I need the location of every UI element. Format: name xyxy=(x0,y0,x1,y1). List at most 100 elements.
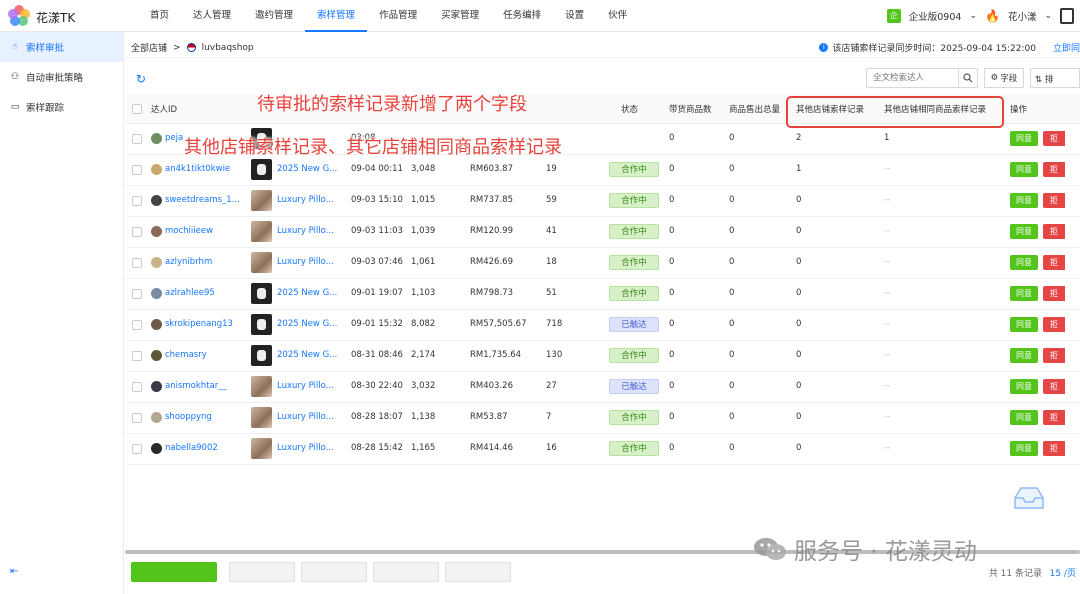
batch-approve-button[interactable] xyxy=(131,562,217,582)
sidebar-item[interactable]: ⚇ 自动审批策略 xyxy=(0,62,123,92)
row-checkbox[interactable] xyxy=(132,320,142,330)
row-checkbox[interactable] xyxy=(132,227,142,237)
edition-selector[interactable]: 企业版0904 xyxy=(909,9,962,23)
header-items-sold[interactable]: 商品售出总量 xyxy=(729,103,780,115)
approve-button[interactable]: 同意 xyxy=(1010,410,1038,425)
product-name-link[interactable]: Luxury Pillo... xyxy=(277,195,334,205)
creator-id-link[interactable]: azlynibrhm xyxy=(165,257,212,267)
approve-button[interactable]: 同意 xyxy=(1010,348,1038,363)
other-shop-records[interactable]: 0 xyxy=(796,226,801,236)
row-checkbox[interactable] xyxy=(132,134,142,144)
creator-id-link[interactable]: nabella9002 xyxy=(165,443,218,453)
other-shop-records[interactable]: 0 xyxy=(796,443,801,453)
product-thumbnail[interactable] xyxy=(251,376,272,397)
reject-button[interactable]: 拒 xyxy=(1043,317,1065,332)
approve-button[interactable]: 同意 xyxy=(1010,441,1038,456)
book-icon[interactable] xyxy=(1060,8,1074,24)
approve-button[interactable]: 同意 xyxy=(1010,131,1038,146)
other-shop-records[interactable]: 0 xyxy=(796,350,801,360)
other-shop-records[interactable]: 0 xyxy=(796,319,801,329)
product-thumbnail[interactable] xyxy=(251,283,272,304)
nav-item[interactable]: 达人管理 xyxy=(181,0,243,32)
other-shop-records[interactable]: 0 xyxy=(796,257,801,267)
product-name-link[interactable]: Luxury Pillo... xyxy=(277,226,334,236)
batch-action-button[interactable] xyxy=(229,562,295,582)
other-shop-same-product-records[interactable]: -- xyxy=(884,288,890,298)
product-thumbnail[interactable] xyxy=(251,252,272,273)
product-name-link[interactable]: 2025 New G... xyxy=(277,164,337,174)
creator-id-link[interactable]: anismokhtar__ xyxy=(165,381,227,391)
batch-action-button[interactable] xyxy=(373,562,439,582)
row-checkbox[interactable] xyxy=(132,382,142,392)
approve-button[interactable]: 同意 xyxy=(1010,162,1038,177)
collapse-sidebar-icon[interactable]: ⇤ xyxy=(10,566,18,577)
reject-button[interactable]: 拒 xyxy=(1043,162,1065,177)
reject-button[interactable]: 拒 xyxy=(1043,193,1065,208)
creator-id-link[interactable]: an4k1tikt0kwie xyxy=(165,164,230,174)
product-thumbnail[interactable] xyxy=(251,314,272,335)
approve-button[interactable]: 同意 xyxy=(1010,255,1038,270)
header-creator-id[interactable]: 达人ID xyxy=(151,103,177,115)
other-shop-records[interactable]: 2 xyxy=(796,133,801,143)
creator-id-link[interactable]: chemasry xyxy=(165,350,207,360)
nav-item[interactable]: 买家管理 xyxy=(429,0,491,32)
batch-action-button[interactable] xyxy=(301,562,367,582)
row-checkbox[interactable] xyxy=(132,289,142,299)
chevron-down-icon[interactable]: ⌄ xyxy=(1044,11,1052,21)
approve-button[interactable]: 同意 xyxy=(1010,379,1038,394)
product-name-link[interactable]: Luxury Pillo... xyxy=(277,443,334,453)
product-name-link[interactable]: 2025 New G... xyxy=(277,319,337,329)
nav-item[interactable]: 作品管理 xyxy=(367,0,429,32)
nav-item[interactable]: 设置 xyxy=(553,0,596,32)
nav-item[interactable]: 任务编排 xyxy=(491,0,553,32)
product-thumbnail[interactable] xyxy=(251,159,272,180)
row-checkbox[interactable] xyxy=(132,413,142,423)
nav-item[interactable]: 首页 xyxy=(138,0,181,32)
product-name-link[interactable]: Luxury Pillo... xyxy=(277,412,334,422)
product-thumbnail[interactable] xyxy=(251,407,272,428)
reject-button[interactable]: 拒 xyxy=(1043,131,1065,146)
other-shop-records[interactable]: 0 xyxy=(796,195,801,205)
reject-button[interactable]: 拒 xyxy=(1043,379,1065,394)
approve-button[interactable]: 同意 xyxy=(1010,224,1038,239)
other-shop-records[interactable]: 0 xyxy=(796,412,801,422)
header-status[interactable]: 状态 xyxy=(621,103,638,115)
sidebar-item[interactable]: ☝ 索样审批 xyxy=(0,32,123,62)
other-shop-same-product-records[interactable]: -- xyxy=(884,412,890,422)
reject-button[interactable]: 拒 xyxy=(1043,224,1065,239)
row-checkbox[interactable] xyxy=(132,351,142,361)
row-checkbox[interactable] xyxy=(132,444,142,454)
creator-id-link[interactable]: mochiiieew xyxy=(165,226,213,236)
creator-id-link[interactable]: shooppyng xyxy=(165,412,212,422)
reject-button[interactable]: 拒 xyxy=(1043,348,1065,363)
row-checkbox[interactable] xyxy=(132,196,142,206)
nav-item[interactable]: 索样管理 xyxy=(305,0,368,32)
creator-id-link[interactable]: peja xyxy=(165,133,183,143)
page-size-select[interactable]: 15 /页 xyxy=(1050,566,1076,579)
sort-button[interactable]: ⇅ 排 xyxy=(1030,68,1080,88)
other-shop-same-product-records[interactable]: -- xyxy=(884,319,890,329)
fields-button[interactable]: ⚙ 字段 xyxy=(984,68,1024,88)
creator-id-link[interactable]: skrokipenang13 xyxy=(165,319,233,329)
product-thumbnail[interactable] xyxy=(251,438,272,459)
other-shop-same-product-records[interactable]: -- xyxy=(884,381,890,391)
creator-id-link[interactable]: azlrahlee95 xyxy=(165,288,215,298)
product-thumbnail[interactable] xyxy=(251,221,272,242)
creator-id-link[interactable]: sweetdreams_1... xyxy=(165,195,240,205)
product-thumbnail[interactable] xyxy=(251,345,272,366)
other-shop-records[interactable]: 1 xyxy=(796,164,801,174)
search-button[interactable] xyxy=(958,68,978,88)
chevron-down-icon[interactable]: ⌄ xyxy=(969,11,977,21)
user-menu[interactable]: 花小漾 xyxy=(1008,9,1037,23)
reject-button[interactable]: 拒 xyxy=(1043,286,1065,301)
nav-item[interactable]: 伙伴 xyxy=(596,0,639,32)
flower-logo-icon[interactable] xyxy=(6,3,32,29)
row-checkbox[interactable] xyxy=(132,258,142,268)
product-name-link[interactable]: Luxury Pillo... xyxy=(277,381,334,391)
product-name-link[interactable]: 2025 New G... xyxy=(277,288,337,298)
row-checkbox[interactable] xyxy=(132,165,142,175)
product-name-link[interactable]: Luxury Pillo... xyxy=(277,257,334,267)
reject-button[interactable]: 拒 xyxy=(1043,410,1065,425)
nav-item[interactable]: 邀约管理 xyxy=(243,0,305,32)
select-all-checkbox[interactable] xyxy=(132,104,142,114)
